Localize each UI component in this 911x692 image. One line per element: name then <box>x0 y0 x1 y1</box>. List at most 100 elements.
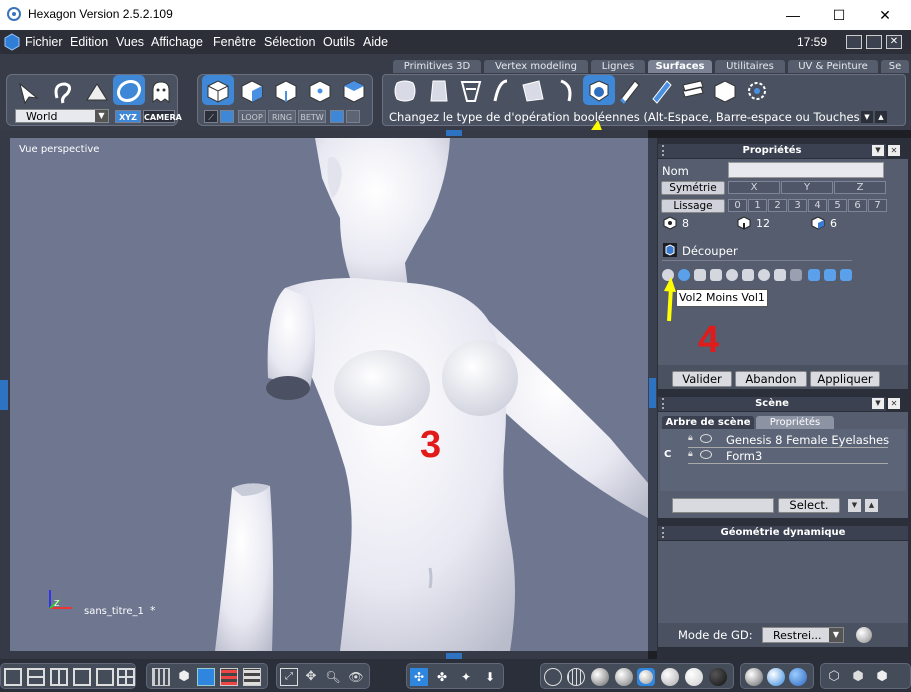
right-splitter[interactable] <box>648 138 657 651</box>
coordinate-system-select[interactable]: World ▼ <box>15 109 109 123</box>
symmetry-x[interactable]: X <box>728 181 780 194</box>
smooth-sphere-icon[interactable] <box>615 668 633 686</box>
coons-surface-icon[interactable] <box>391 77 419 105</box>
smoothing-level-1[interactable]: 1 <box>748 199 767 212</box>
inner-restore-button[interactable] <box>866 35 882 49</box>
left-panel-handle[interactable] <box>0 380 8 410</box>
frame-all-icon[interactable]: ⤢ <box>280 668 298 686</box>
xyz-toggle[interactable]: XYZ <box>115 110 141 123</box>
menu-edition[interactable]: Edition <box>70 35 108 49</box>
lock-icon[interactable]: 🔒︎ <box>688 433 693 443</box>
maximize-button[interactable]: ☐ <box>816 0 862 30</box>
panel-close-icon[interactable]: ✕ <box>888 145 900 156</box>
scene-filter-input[interactable] <box>672 498 774 513</box>
dg-mode-select[interactable]: Restrei... ▼ <box>762 627 844 643</box>
smoothing-button[interactable]: Lissage <box>661 199 725 213</box>
symmetry-z[interactable]: Z <box>834 181 886 194</box>
bool-union-icon[interactable] <box>678 269 690 281</box>
smoothing-level-3[interactable]: 3 <box>788 199 807 212</box>
textured-sphere-icon[interactable] <box>661 668 679 686</box>
menu-outils[interactable]: Outils <box>323 35 355 49</box>
tab-scene-properties[interactable]: Propriétés <box>756 416 834 429</box>
three-views-alt-icon[interactable] <box>96 668 114 686</box>
close-button[interactable]: ✕ <box>862 0 908 30</box>
smoothing-level-2[interactable]: 2 <box>768 199 787 212</box>
extrude-curve-icon[interactable] <box>487 77 515 105</box>
ring-button[interactable]: RING <box>268 110 296 123</box>
surface-4-curves-icon[interactable] <box>425 77 453 105</box>
visibility-eye-icon[interactable] <box>700 434 712 443</box>
dg-sphere-icon[interactable] <box>856 627 872 643</box>
two-horizontal-views-icon[interactable] <box>27 668 45 686</box>
lock-icon[interactable]: 🔒︎ <box>688 449 693 459</box>
loop-button[interactable]: LOOP <box>238 110 266 123</box>
dg-grip-icon[interactable] <box>662 527 670 538</box>
tab-scene-tree[interactable]: Arbre de scène <box>662 416 754 429</box>
smoothing-level-6[interactable]: 6 <box>848 199 867 212</box>
tab-lignes[interactable]: Lignes <box>591 60 645 73</box>
grid-select-icon[interactable] <box>330 110 344 123</box>
camera-toggle[interactable]: CAMERA <box>143 110 182 123</box>
light-1-icon[interactable] <box>745 668 763 686</box>
smoothing-level-4[interactable]: 4 <box>808 199 827 212</box>
edge-mode-cube-icon[interactable] <box>272 77 300 105</box>
cube-wire-icon[interactable]: ⬡ <box>825 668 843 686</box>
scene-close-icon[interactable]: ✕ <box>888 398 900 409</box>
shading-cube-icon[interactable]: ⬢ <box>175 668 193 686</box>
bool-op-12-icon[interactable] <box>840 269 852 281</box>
smoothing-level-0[interactable]: 0 <box>728 199 747 212</box>
drop-tool-icon[interactable]: ⬇ <box>481 668 499 686</box>
thickness-icon[interactable] <box>711 77 739 105</box>
scale-tool-icon[interactable]: ✦ <box>457 668 475 686</box>
select-button[interactable]: Select. <box>778 498 840 513</box>
rotate-tool-icon[interactable]: ✤ <box>433 668 451 686</box>
tube-icon[interactable] <box>647 77 675 105</box>
scene-menu-icon[interactable]: ▼ <box>872 398 884 409</box>
bool-op-10-icon[interactable] <box>808 269 820 281</box>
floor-grid-icon[interactable] <box>243 668 261 686</box>
visibility-eye-icon[interactable] <box>700 450 712 459</box>
scene-grip-icon[interactable] <box>662 398 670 409</box>
tab-surfaces[interactable]: Surfaces <box>648 60 712 73</box>
bool-op-5-icon[interactable] <box>726 269 738 281</box>
panel-menu-icon[interactable]: ▼ <box>872 145 884 156</box>
single-view-icon[interactable] <box>4 668 22 686</box>
validate-button[interactable]: Valider <box>672 371 732 387</box>
top-panel-handle[interactable] <box>446 130 462 136</box>
hint-collapse-icon[interactable]: ▲ <box>875 111 887 123</box>
ghost-icon[interactable] <box>147 78 175 106</box>
inner-close-button[interactable]: ✕ <box>886 35 902 49</box>
tab-vertex-modeling[interactable]: Vertex modeling <box>484 60 588 73</box>
smoothing-level-7[interactable]: 7 <box>868 199 887 212</box>
menu-affichage[interactable]: Affichage <box>151 35 203 49</box>
wire-sphere-icon[interactable] <box>544 668 562 686</box>
bool-split-icon[interactable] <box>710 269 722 281</box>
light-3-icon[interactable] <box>789 668 807 686</box>
perspective-viewport[interactable]: Vue perspective 3 Z sans_titre_1 * <box>10 138 648 651</box>
cube-shaded-icon[interactable]: ⬢ <box>873 668 891 686</box>
object-mode-cube-icon[interactable] <box>204 77 232 105</box>
dark-sphere-icon[interactable] <box>709 668 727 686</box>
tab-uv-peinture[interactable]: UV & Peinture <box>788 60 878 73</box>
lattice-icon[interactable] <box>457 77 485 105</box>
two-vertical-views-icon[interactable] <box>50 668 68 686</box>
universal-manipulator-icon[interactable] <box>115 77 143 105</box>
female-figure-model[interactable] <box>10 138 648 651</box>
flat-sphere-icon[interactable] <box>591 668 609 686</box>
name-input[interactable] <box>728 162 884 178</box>
four-views-icon[interactable] <box>117 668 135 686</box>
menu-aide[interactable]: Aide <box>363 35 388 49</box>
revolve-icon[interactable] <box>551 77 579 105</box>
scroll-down-icon[interactable]: ▼ <box>848 499 861 512</box>
zoom-icon[interactable]: 🔍︎ <box>324 668 342 686</box>
cube-flat-icon[interactable]: ⬢ <box>849 668 867 686</box>
bool-op-9-icon[interactable] <box>790 269 802 281</box>
mesh-sphere-icon[interactable] <box>567 668 585 686</box>
bool-op-11-icon[interactable] <box>824 269 836 281</box>
right-panel-handle[interactable] <box>649 378 656 408</box>
minimize-button[interactable]: — <box>770 0 816 30</box>
boolean-operation-icon[interactable] <box>585 77 613 105</box>
scroll-up-icon[interactable]: ▲ <box>865 499 878 512</box>
grid-toggle-icon[interactable] <box>197 668 215 686</box>
wireframe-grid-icon[interactable] <box>152 668 170 686</box>
